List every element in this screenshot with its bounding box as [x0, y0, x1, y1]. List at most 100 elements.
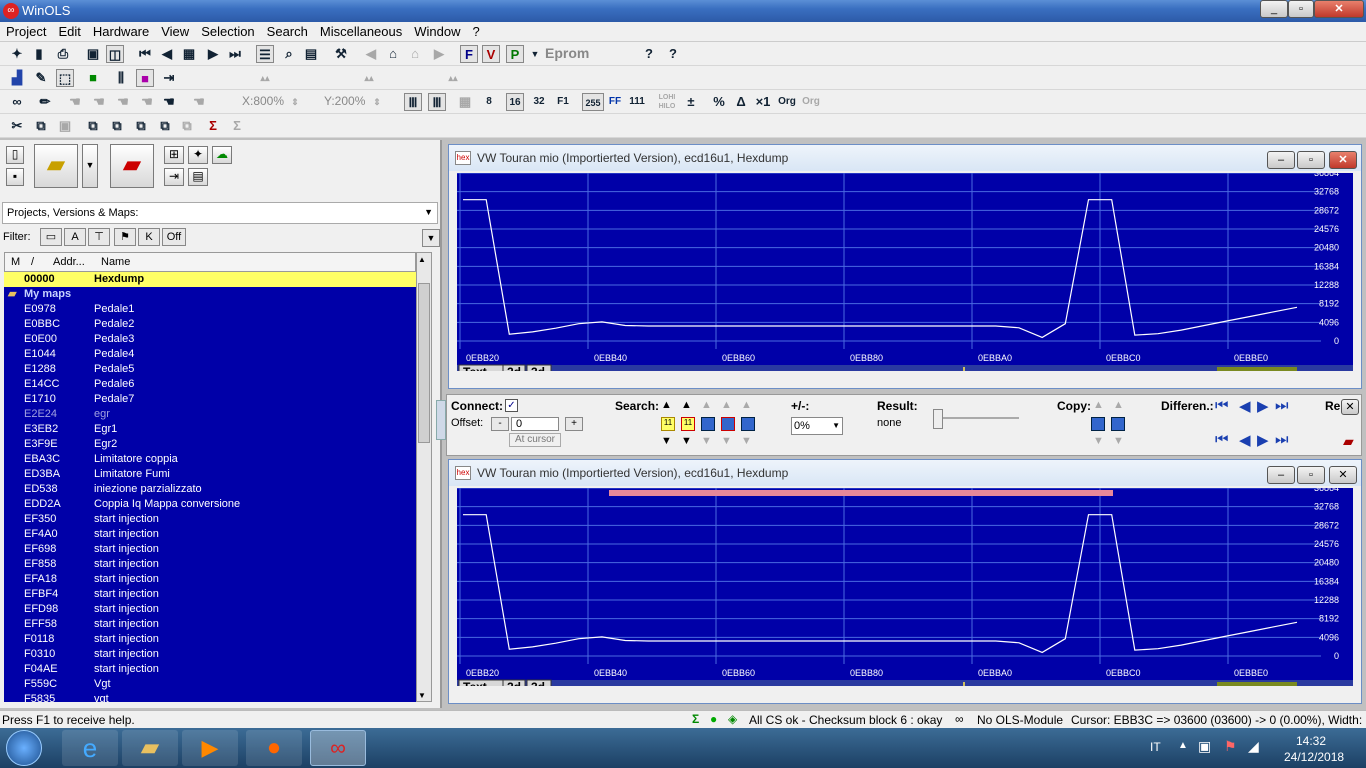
map-row[interactable]: F0118 start injection	[4, 632, 416, 647]
cut-icon[interactable]: ✂	[8, 117, 26, 135]
org-button[interactable]: Org	[776, 93, 798, 111]
percent-select[interactable]: 0% ▼	[791, 417, 843, 435]
menu-view[interactable]: View	[155, 22, 195, 42]
open-folder-icon[interactable]: ▰	[34, 144, 78, 188]
hexdump-plot-2[interactable]: 0 4096 8192 12288 16384 20480 24576 28672 32768 3…	[457, 488, 1353, 686]
hex1-close-button[interactable]: ✕	[1329, 151, 1357, 169]
col-m[interactable]: M	[11, 256, 20, 268]
copy-down-icon[interactable]: ▼	[1093, 435, 1104, 447]
tab-2d[interactable]: 2d	[507, 680, 521, 686]
map-icon[interactable]: ■	[136, 69, 154, 87]
tray-arrow-icon[interactable]: ▲	[1178, 740, 1188, 751]
search-down2-icon[interactable]: ▼	[681, 435, 692, 447]
clock-date[interactable]: 24/12/2018	[1284, 750, 1344, 764]
menu-hardware[interactable]: Hardware	[87, 22, 155, 42]
find-icon[interactable]: ⌕	[280, 45, 298, 63]
start-button[interactable]	[6, 730, 42, 766]
tray-flag-icon[interactable]: ⚑	[1224, 738, 1237, 755]
dropdown-icon[interactable]: ▼	[526, 45, 544, 63]
search-up5-icon[interactable]: ▲	[741, 399, 752, 411]
map-row[interactable]: F5835 vgt	[4, 692, 416, 702]
map-row[interactable]: 00000 Hexdump	[4, 272, 416, 287]
scroll-up-icon[interactable]: ▲	[418, 255, 426, 264]
tray-device-icon[interactable]: ▣	[1198, 738, 1211, 755]
document-icon[interactable]: ▤	[302, 45, 320, 63]
map-row[interactable]: E0E00 Pedale3	[4, 332, 416, 347]
hex1-minimize-button[interactable]: –	[1267, 151, 1295, 169]
help-icon[interactable]: ?	[640, 45, 658, 63]
diff-last2-icon[interactable]: ⏭	[1275, 431, 1289, 448]
search-11-icon[interactable]: 11	[661, 417, 675, 431]
save-icon[interactable]: ▪	[6, 168, 24, 186]
hex-view2-icon[interactable]: Ⅲ	[428, 93, 446, 111]
sum-icon[interactable]: Σ	[228, 117, 246, 135]
scroll-down-icon[interactable]: ▼	[418, 691, 426, 700]
map-row[interactable]: F559C Vgt	[4, 677, 416, 692]
copy-special4-icon[interactable]: ⧉	[156, 117, 174, 135]
map-row[interactable]: EF350 start injection	[4, 512, 416, 527]
spin-up2-icon[interactable]: ▴▴	[360, 69, 378, 87]
context-help-icon[interactable]: ?	[664, 45, 682, 63]
map-row[interactable]: E1710 Pedale7	[4, 392, 416, 407]
menu-window[interactable]: Window	[408, 22, 466, 42]
media-player-icon[interactable]: ▶	[182, 730, 238, 766]
print-icon[interactable]: ⎙	[54, 45, 72, 63]
midbar-close-button[interactable]: ✕	[1341, 399, 1359, 415]
map-row[interactable]: EDD2A Coppia Iq Mappa conversione	[4, 497, 416, 512]
hex2-close-button[interactable]: ✕	[1329, 466, 1357, 484]
language-indicator[interactable]: IT	[1150, 740, 1161, 754]
menu-help[interactable]: ?	[467, 22, 486, 42]
search-down5-icon[interactable]: ▼	[741, 435, 752, 447]
offset-input[interactable]: 0	[511, 417, 559, 431]
map-row[interactable]: E1288 Pedale5	[4, 362, 416, 377]
menu-selection[interactable]: Selection	[195, 22, 260, 42]
filter-kk-icon[interactable]: K	[138, 228, 160, 246]
close-button[interactable]: ✕	[1314, 0, 1364, 18]
map-row[interactable]: E2E24 egr	[4, 407, 416, 422]
open-dropdown-icon[interactable]: ▼	[82, 144, 98, 188]
result-slider[interactable]	[933, 409, 943, 429]
zoom-y-spinner[interactable]: ⇕	[368, 93, 386, 111]
v-icon[interactable]: V	[482, 45, 500, 63]
spin-up-icon[interactable]: ▴▴	[256, 69, 274, 87]
color-icon[interactable]: ■	[84, 69, 102, 87]
tools-icon[interactable]: ⚒	[332, 45, 350, 63]
map-row[interactable]: E3EB2 Egr1	[4, 422, 416, 437]
diff-last-icon[interactable]: ⏭	[1275, 397, 1289, 414]
diff-first-icon[interactable]: ⏮	[1215, 397, 1229, 414]
columns-icon[interactable]: ⫼	[112, 69, 130, 87]
chip-icon[interactable]: ▮	[30, 45, 48, 63]
copy-special3-icon[interactable]: ⧉	[132, 117, 150, 135]
hexdump-plot-1[interactable]: 0 4096 8192 12288 16384 20480 24576 28672 32768 3…	[457, 173, 1353, 371]
add-icon[interactable]: ⊞	[164, 146, 184, 164]
filter-off-button[interactable]: Off	[162, 228, 186, 246]
search-down4-icon[interactable]: ▼	[721, 435, 732, 447]
pencil-icon[interactable]: ✏	[36, 93, 54, 111]
search-down-icon[interactable]: ▼	[661, 435, 672, 447]
map-row[interactable]: EFF58 start injection	[4, 617, 416, 632]
book-icon[interactable]: ▰	[1343, 433, 1354, 450]
diff-prev-icon[interactable]: ◀	[1239, 397, 1251, 415]
ie-icon[interactable]: e	[62, 730, 118, 766]
width-icon[interactable]: ⇥	[160, 69, 178, 87]
grid-view-icon[interactable]: ▦	[456, 93, 474, 111]
filter-tag-icon[interactable]: ⚑	[114, 228, 136, 246]
map-row[interactable]: EF4A0 start injection	[4, 527, 416, 542]
hex-view-icon[interactable]: Ⅲ	[404, 93, 422, 111]
scroll-thumb[interactable]	[418, 283, 430, 443]
marker-icon[interactable]: ✎	[32, 69, 50, 87]
map-row[interactable]: F0310 start injection	[4, 647, 416, 662]
wand-icon[interactable]: ✦	[8, 45, 26, 63]
car-icon[interactable]: ⌂	[384, 45, 402, 63]
sum-check-icon[interactable]: Σ	[204, 117, 222, 135]
copy-map-icon[interactable]	[1091, 417, 1105, 431]
paste-icon[interactable]: ▣	[56, 117, 74, 135]
copy-up-icon[interactable]: ▲	[1093, 399, 1104, 411]
search-map-icon[interactable]	[701, 417, 715, 431]
tab-text[interactable]: Text	[463, 365, 487, 371]
first-icon[interactable]: ⏮	[136, 45, 154, 63]
search-up-icon[interactable]: ▲	[661, 399, 672, 411]
map-row[interactable]: F04AE start injection	[4, 662, 416, 677]
x1-button[interactable]: ×1	[754, 93, 772, 111]
filter-type-icon[interactable]: ⊤	[88, 228, 110, 246]
